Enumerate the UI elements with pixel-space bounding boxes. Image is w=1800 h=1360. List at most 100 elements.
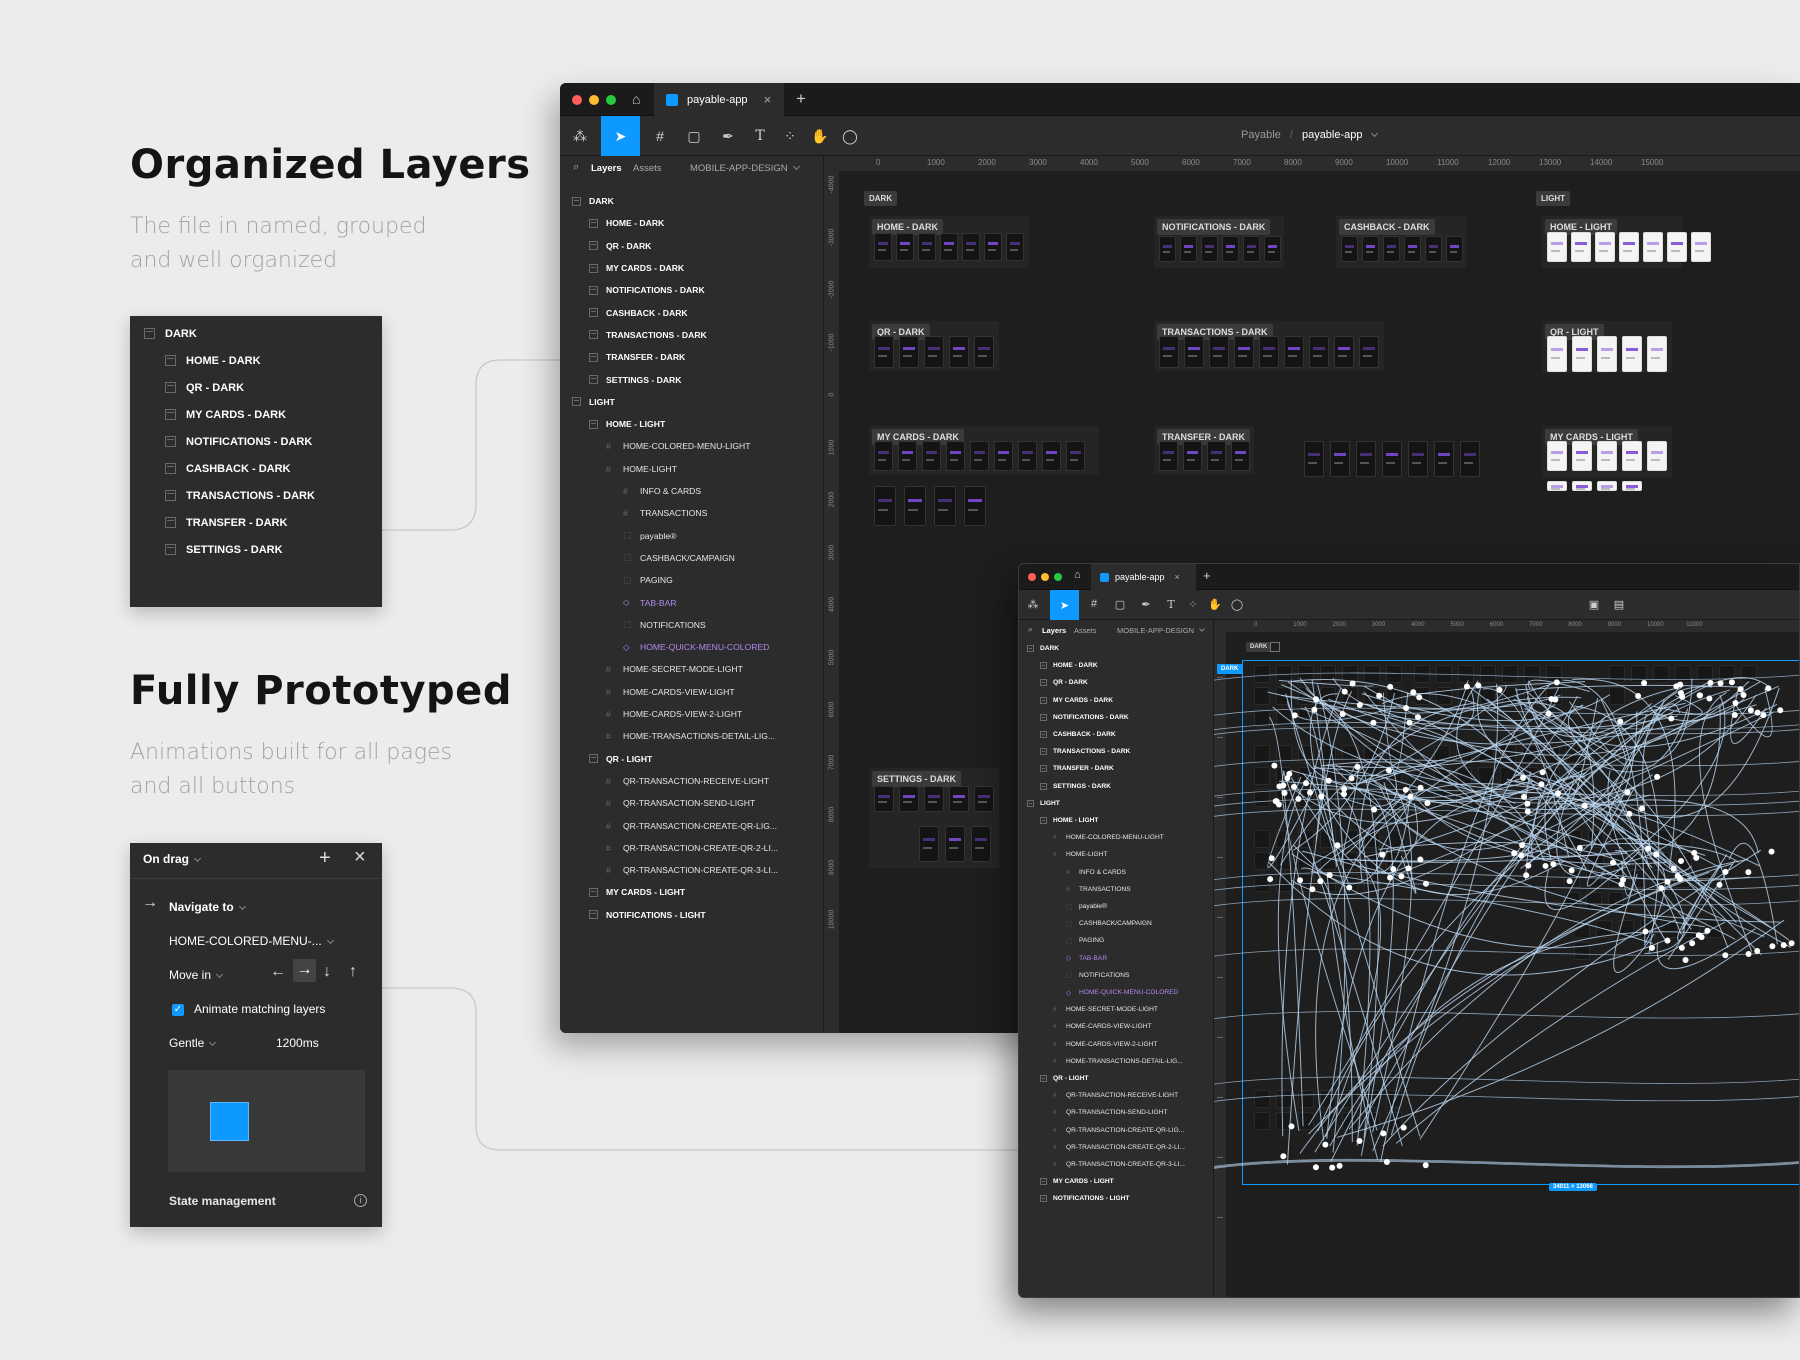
connection-node[interactable]	[1706, 695, 1713, 702]
layer-row-paging[interactable]: ⬚ PAGING	[623, 569, 673, 591]
layer-row-home-cards-view-light[interactable]: # HOME-CARDS-VIEW-LIGHT	[1053, 1018, 1152, 1035]
layer-row-home-light[interactable]: # HOME-LIGHT	[606, 458, 677, 480]
layer-row-home-secret-mode-light[interactable]: # HOME-SECRET-MODE-LIGHT	[1053, 1001, 1158, 1018]
screen-thumbnail[interactable]	[1643, 232, 1663, 262]
close-tab-icon[interactable]: ×	[1175, 572, 1180, 582]
connection-node[interactable]	[1371, 806, 1378, 813]
screen-thumbnail[interactable]	[1404, 236, 1421, 262]
connection-node[interactable]	[1754, 947, 1761, 954]
page-select[interactable]: MOBILE-APP-DESIGN	[690, 162, 800, 174]
maximize-window-dot[interactable]	[606, 95, 616, 105]
connection-node[interactable]	[1387, 874, 1394, 881]
prototype-connection[interactable]	[1268, 862, 1667, 976]
connection-node[interactable]	[1691, 849, 1698, 856]
text-tool-icon[interactable]: T	[1163, 596, 1179, 612]
layer-row-qr-transaction-receive-light[interactable]: # QR-TRANSACTION-RECEIVE-LIGHT	[606, 770, 769, 792]
connection-node[interactable]	[1678, 944, 1685, 951]
layer-row-home-colored-menu-light[interactable]: # HOME-COLORED-MENU-LIGHT	[1053, 829, 1164, 846]
screen-thumbnail[interactable]	[1622, 441, 1642, 471]
file-tab[interactable]: payable-app ×	[1091, 564, 1196, 590]
tab-assets[interactable]: Assets	[633, 163, 662, 174]
screen-thumbnail[interactable]	[1667, 232, 1687, 262]
components-icon[interactable]: ⁘	[1185, 596, 1201, 612]
layer-row-qr-transaction-create-qr-2-li[interactable]: # QR-TRANSACTION-CREATE-QR-2-LI...	[606, 837, 778, 859]
screen-thumbnail[interactable]	[874, 441, 893, 471]
connection-node[interactable]	[1334, 842, 1341, 849]
screen-thumbnail[interactable]	[949, 786, 969, 812]
connection-node[interactable]	[1658, 885, 1665, 892]
connection-node[interactable]	[1288, 1123, 1295, 1130]
connection-node[interactable]	[1610, 859, 1617, 866]
layer-row-notifications-light[interactable]: NOTIFICATIONS - LIGHT	[589, 904, 706, 926]
layer-row-home-cards-view-light[interactable]: # HOME-CARDS-VIEW-LIGHT	[606, 681, 735, 703]
layer-row-qr-transaction-create-qr-3-li[interactable]: # QR-TRANSACTION-CREATE-QR-3-LI...	[606, 859, 778, 881]
screen-thumbnail[interactable]	[940, 233, 958, 261]
connection-node[interactable]	[1339, 711, 1346, 718]
breadcrumb-team[interactable]: Payable	[1241, 129, 1281, 141]
screen-thumbnail[interactable]	[962, 233, 980, 261]
canvas-frame-label[interactable]: SETTINGS - DARK	[872, 771, 962, 787]
connection-node[interactable]	[1295, 795, 1302, 802]
maximize-window-dot[interactable]	[1054, 573, 1062, 581]
minimize-window-dot[interactable]	[589, 95, 599, 105]
screen-thumbnail[interactable]	[924, 336, 944, 368]
connection-node[interactable]	[1626, 810, 1633, 817]
connection-node[interactable]	[1538, 781, 1545, 788]
direction-down-icon[interactable]: ↓	[323, 963, 331, 981]
screen-thumbnail[interactable]	[1207, 441, 1226, 471]
screen-thumbnail[interactable]	[1259, 336, 1279, 368]
layer-row-home-colored-menu-light[interactable]: # HOME-COLORED-MENU-LIGHT	[606, 435, 750, 457]
layer-row-home-transactions-detail-lig[interactable]: # HOME-TRANSACTIONS-DETAIL-LIG...	[606, 725, 775, 747]
prototype-connection[interactable]	[1214, 1158, 1799, 1167]
connection-node[interactable]	[1424, 800, 1431, 807]
connection-node[interactable]	[1695, 932, 1702, 939]
screen-thumbnail[interactable]	[1183, 441, 1202, 471]
prototype-connection[interactable]	[1348, 859, 1749, 1130]
add-icon[interactable]: +	[319, 847, 331, 870]
connection-node[interactable]	[1311, 706, 1318, 713]
connection-node[interactable]	[1768, 848, 1775, 855]
screen-thumbnail[interactable]	[1572, 441, 1592, 471]
close-icon[interactable]: ×	[354, 846, 366, 869]
prototype-connection[interactable]	[1299, 871, 1710, 1154]
connection-node[interactable]	[1745, 950, 1752, 957]
connection-node[interactable]	[1653, 851, 1660, 858]
layer-row-paging[interactable]: ⬚ PAGING	[1066, 932, 1104, 949]
connection-node[interactable]	[1317, 878, 1324, 885]
shape-tool-icon[interactable]: ▢	[682, 126, 706, 146]
screen-thumbnail[interactable]	[1572, 481, 1592, 491]
canvas-frame-label[interactable]: DARK	[864, 191, 898, 206]
layer-row-payable[interactable]: ⬚ payable®	[623, 525, 676, 547]
connection-node[interactable]	[1642, 928, 1649, 935]
connection-node[interactable]	[1696, 692, 1703, 699]
connection-node[interactable]	[1550, 861, 1557, 868]
screen-thumbnail[interactable]	[1647, 441, 1667, 471]
screen-thumbnail[interactable]	[1647, 336, 1667, 372]
screen-thumbnail[interactable]	[919, 826, 939, 862]
connection-node[interactable]	[1649, 944, 1656, 951]
layer-row-qr-transaction-create-qr-lig[interactable]: # QR-TRANSACTION-CREATE-QR-LIG...	[1053, 1122, 1184, 1139]
connection-node[interactable]	[1731, 711, 1738, 718]
layer-row-qr-dark[interactable]: QR - DARK	[1040, 674, 1088, 691]
connection-node[interactable]	[1765, 685, 1772, 692]
screen-thumbnail[interactable]	[971, 826, 991, 862]
connection-node[interactable]	[1349, 680, 1356, 687]
screen-thumbnail[interactable]	[1383, 236, 1400, 262]
screen-thumbnail[interactable]	[1571, 232, 1591, 262]
library-icon[interactable]: ▣	[1586, 596, 1602, 612]
connection-node[interactable]	[1689, 940, 1696, 947]
action-select[interactable]: Navigate to	[169, 900, 246, 914]
shape-tool-icon[interactable]: ▢	[1111, 596, 1129, 612]
layer-row-settings-dark[interactable]: SETTINGS - DARK	[165, 534, 283, 565]
screen-thumbnail[interactable]	[1231, 441, 1250, 471]
layer-row-qr-transaction-create-qr-3-li[interactable]: # QR-TRANSACTION-CREATE-QR-3-LI...	[1053, 1156, 1185, 1173]
layer-row-light[interactable]: LIGHT	[572, 391, 615, 413]
connection-node[interactable]	[1737, 686, 1744, 693]
layer-row-payable[interactable]: ⬚ payable®	[1066, 898, 1107, 915]
breadcrumb-file[interactable]: payable-app	[1302, 129, 1363, 141]
prototype-connection[interactable]	[1515, 684, 1744, 691]
screen-thumbnail[interactable]	[1362, 236, 1379, 262]
canvas-frame-label[interactable]: LIGHT	[1536, 191, 1570, 206]
layer-row-home-light[interactable]: HOME - LIGHT	[589, 413, 665, 435]
screen-thumbnail[interactable]	[1006, 233, 1024, 261]
